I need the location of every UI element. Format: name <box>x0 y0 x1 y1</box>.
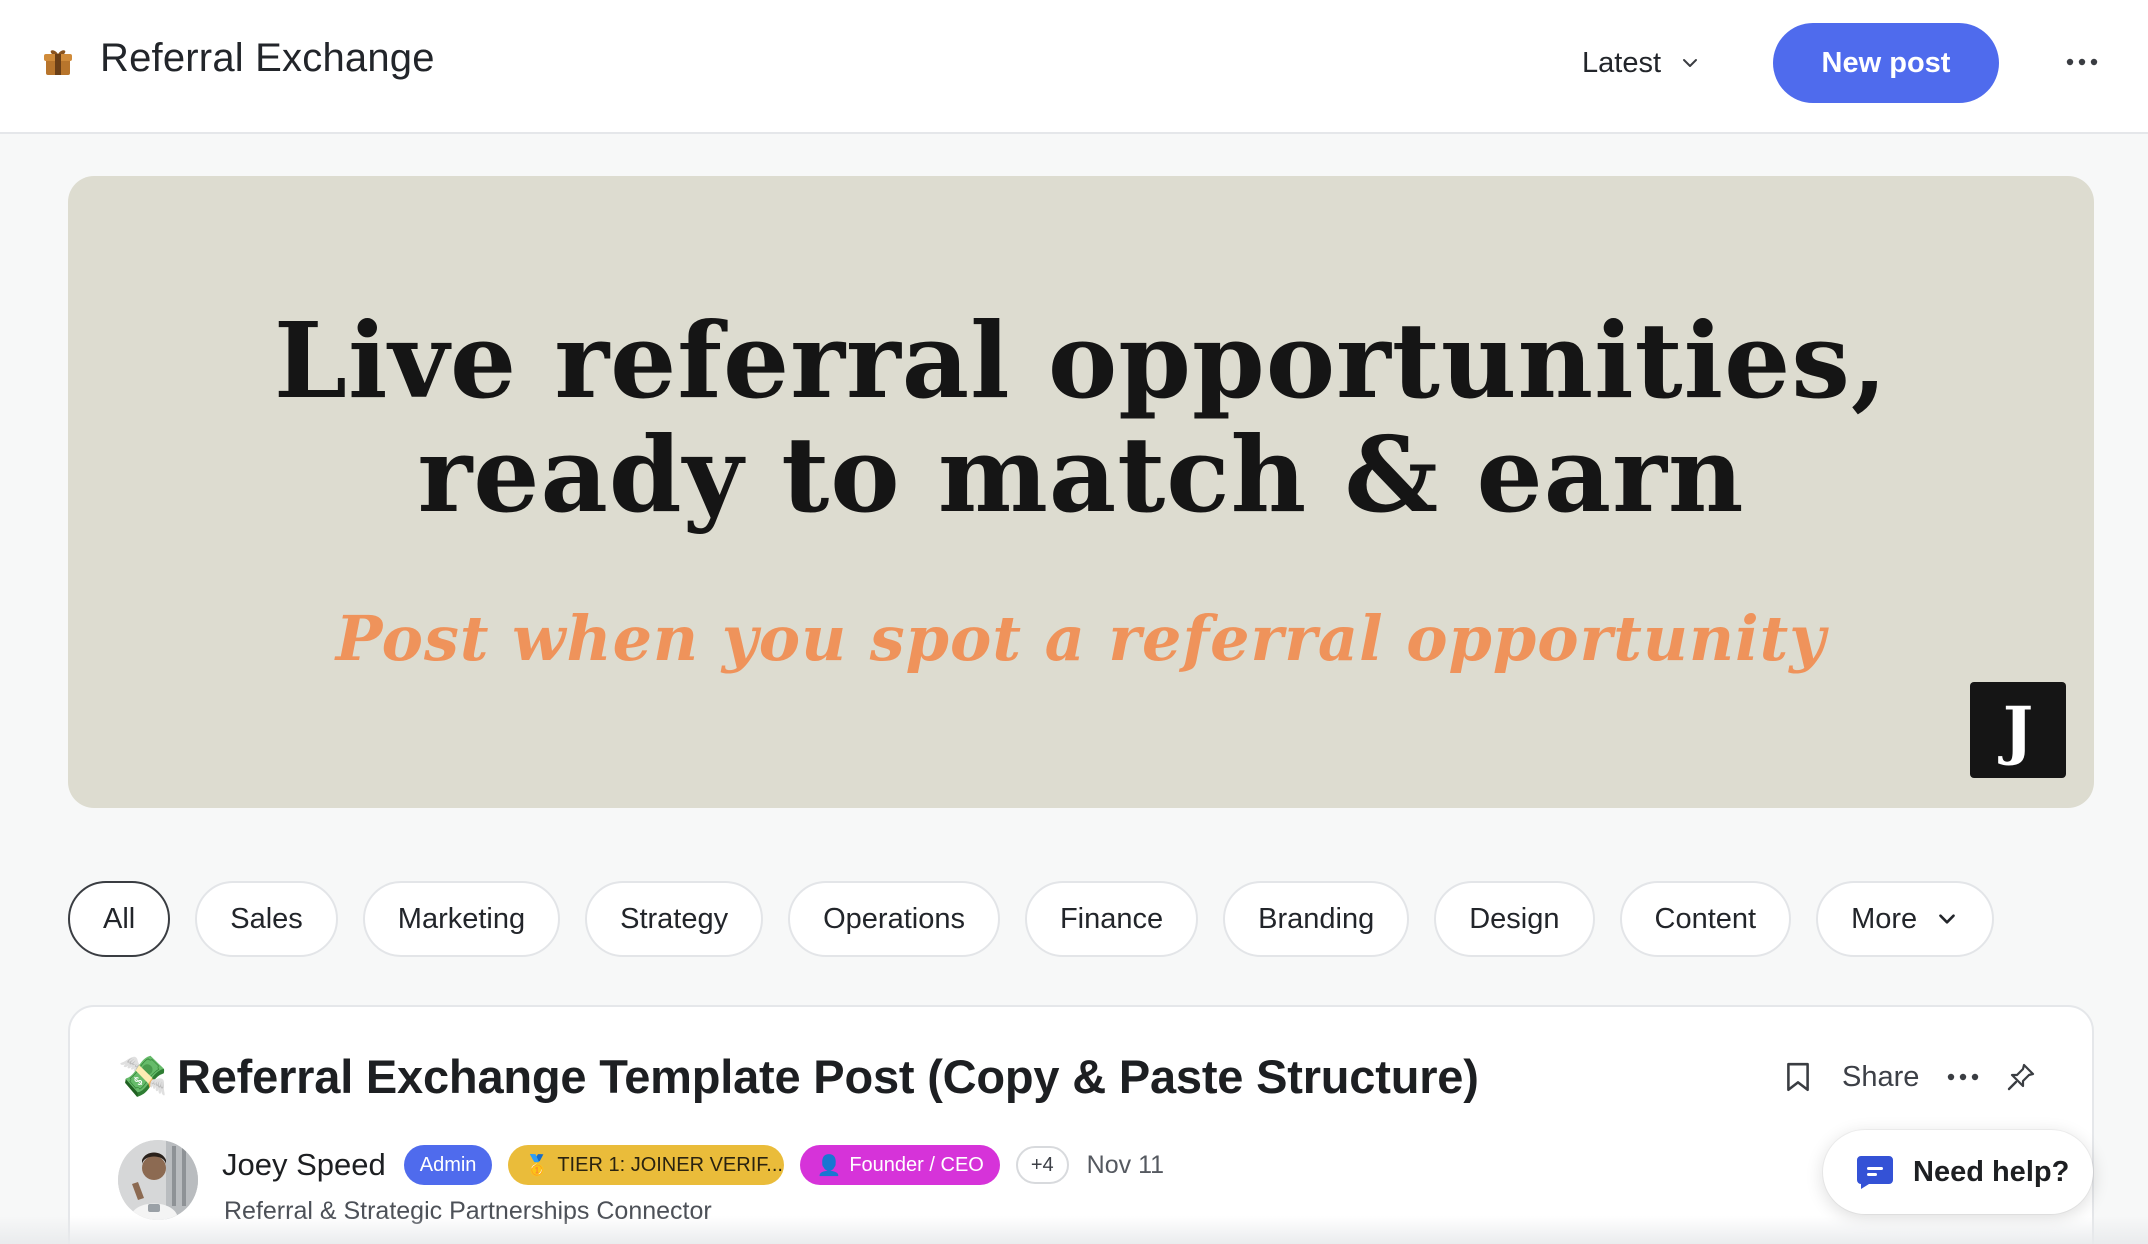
founder-badge-label: Founder / CEO <box>849 1153 984 1176</box>
chevron-down-icon <box>1683 59 1697 67</box>
new-post-button[interactable]: New post <box>1773 23 1999 103</box>
share-button[interactable]: Share <box>1842 1061 1919 1094</box>
post-actions: Share <box>1778 1055 2041 1099</box>
pin-icon[interactable] <box>2001 1057 2041 1097</box>
need-help-button[interactable]: Need help? <box>1823 1130 2093 1214</box>
tier-badge: 🥇 TIER 1: JOINER VERIF... <box>508 1145 785 1185</box>
category-more-dropdown[interactable]: More <box>1816 881 1995 957</box>
gift-box-icon <box>42 46 74 78</box>
banner-headline: Live referral opportunities, ready to ma… <box>68 304 2094 532</box>
author-row: Joey Speed Admin 🥇 TIER 1: JOINER VERIF.… <box>222 1145 1164 1185</box>
founder-badge: 👤 Founder / CEO <box>800 1145 1000 1185</box>
community-title: Referral Exchange <box>100 36 435 80</box>
bookmark-icon[interactable] <box>1778 1055 1818 1099</box>
ellipsis-icon[interactable] <box>2062 46 2102 78</box>
category-chip-marketing[interactable]: Marketing <box>362 881 561 957</box>
banner-headline-line-1: Live referral opportunities, <box>273 299 1889 422</box>
need-help-label: Need help? <box>1913 1155 2070 1188</box>
ellipsis-icon[interactable] <box>1943 1061 1983 1093</box>
tier-badge-label: TIER 1: JOINER VERIF... <box>557 1153 783 1176</box>
top-bar: Referral Exchange Latest New post <box>0 0 2148 134</box>
author-avatar[interactable] <box>118 1140 198 1220</box>
brand-logo: J <box>1970 682 2066 778</box>
chat-bubble-icon <box>1857 1156 1893 1189</box>
sort-label: Latest <box>1582 46 1661 79</box>
sort-dropdown[interactable]: Latest <box>1582 40 1701 86</box>
banner-headline-line-2: ready to match & earn <box>417 413 1745 536</box>
hero-banner: Live referral opportunities, ready to ma… <box>68 176 2094 808</box>
category-chip-sales[interactable]: Sales <box>195 881 338 957</box>
category-chip-strategy[interactable]: Strategy <box>585 881 764 957</box>
medal-icon: 🥇 <box>524 1154 550 1177</box>
category-chip-branding[interactable]: Branding <box>1223 881 1410 957</box>
admin-badge: Admin <box>403 1145 493 1185</box>
author-headline: Referral & Strategic Partnerships Connec… <box>224 1197 712 1225</box>
money-wings-emoji-icon: 💸 <box>118 1055 168 1099</box>
category-chip-finance[interactable]: Finance <box>1024 881 1199 957</box>
chevron-down-icon <box>1939 914 1956 924</box>
category-filter-bar: All Sales Marketing Strategy Operations … <box>68 881 1995 957</box>
banner-subheadline: Post when you spot a referral opportunit… <box>335 602 1827 675</box>
more-badges-button[interactable]: +4 <box>1015 1146 1069 1184</box>
category-more-label: More <box>1851 902 1918 935</box>
category-chip-content[interactable]: Content <box>1619 881 1792 957</box>
post-date: Nov 11 <box>1086 1150 1165 1179</box>
author-name[interactable]: Joey Speed <box>222 1147 386 1183</box>
category-chip-operations[interactable]: Operations <box>788 881 1000 957</box>
category-chip-all[interactable]: All <box>68 881 171 957</box>
post-card[interactable]: 💸 Referral Exchange Template Post (Copy … <box>68 1005 2094 1244</box>
person-icon: 👤 <box>816 1154 842 1177</box>
category-chip-design[interactable]: Design <box>1434 881 1595 957</box>
post-title[interactable]: Referral Exchange Template Post (Copy & … <box>177 1049 1479 1104</box>
